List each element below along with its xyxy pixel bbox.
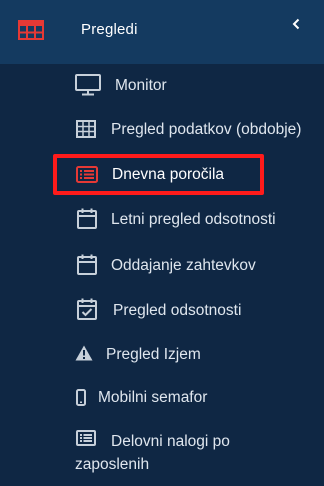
report-list-icon	[76, 166, 98, 183]
app-root: Pregledi Monitor Pregled podatkov (obdob…	[0, 0, 324, 486]
menu-item-label-line1: Delovni nalogi po	[111, 433, 230, 450]
sidebar-rail	[0, 0, 62, 486]
table-grid-icon	[18, 19, 44, 45]
menu-item-oddajanje-zahtevkov[interactable]: Oddajanje zahtevkov	[62, 249, 324, 281]
chevron-left-icon	[292, 17, 300, 35]
calendar-icon	[77, 254, 97, 275]
submenu-header: Pregledi	[62, 0, 324, 64]
menu-item-label-line2: zaposlenih	[75, 456, 150, 473]
collapse-button[interactable]	[288, 16, 304, 36]
menu-item-pregled-podatkov[interactable]: Pregled podatkov (obdobje)	[62, 114, 324, 146]
menu-item-monitor[interactable]: Monitor	[62, 70, 324, 102]
calendar-icon	[77, 208, 97, 229]
menu-item-dnevna-porocila[interactable]: Dnevna poročila	[53, 154, 324, 195]
menu-item-label: Letni pregled odsotnosti	[111, 211, 276, 228]
submenu-panel: Pregledi Monitor Pregled podatkov (obdob…	[53, 0, 324, 486]
calendar-check-icon	[77, 298, 97, 320]
menu-item-label: Dnevna poročila	[112, 166, 225, 183]
monitor-icon	[75, 74, 101, 96]
menu-item-pregled-izjem[interactable]: Pregled Izjem	[62, 338, 324, 370]
menu-item-label: Oddajanje zahtevkov	[111, 257, 256, 274]
menu-item-label: Mobilni semafor	[98, 389, 208, 406]
menu-item-letni-pregled-odsotnosti[interactable]: Letni pregled odsotnosti	[62, 203, 324, 235]
menu-item-label: Pregled podatkov (obdobje)	[111, 121, 302, 138]
menu-item-label: Monitor	[115, 77, 167, 94]
menu-item-delovni-nalogi[interactable]: Delovni nalogi po zaposlenih	[62, 424, 324, 480]
table-grid-icon	[76, 120, 96, 138]
menu-item-pregled-odsotnosti[interactable]: Pregled odsotnosti	[62, 294, 324, 326]
menu-item-label: Pregled Izjem	[106, 346, 201, 363]
warning-icon	[75, 345, 93, 361]
rail-item-pregledi[interactable]	[0, 0, 62, 64]
menu-item-mobilni-semafor[interactable]: Mobilni semafor	[62, 382, 324, 414]
mobile-phone-icon	[76, 389, 86, 406]
list-alt-icon	[76, 430, 96, 446]
submenu-title: Pregledi	[81, 21, 138, 38]
menu-item-label: Pregled odsotnosti	[113, 302, 242, 319]
